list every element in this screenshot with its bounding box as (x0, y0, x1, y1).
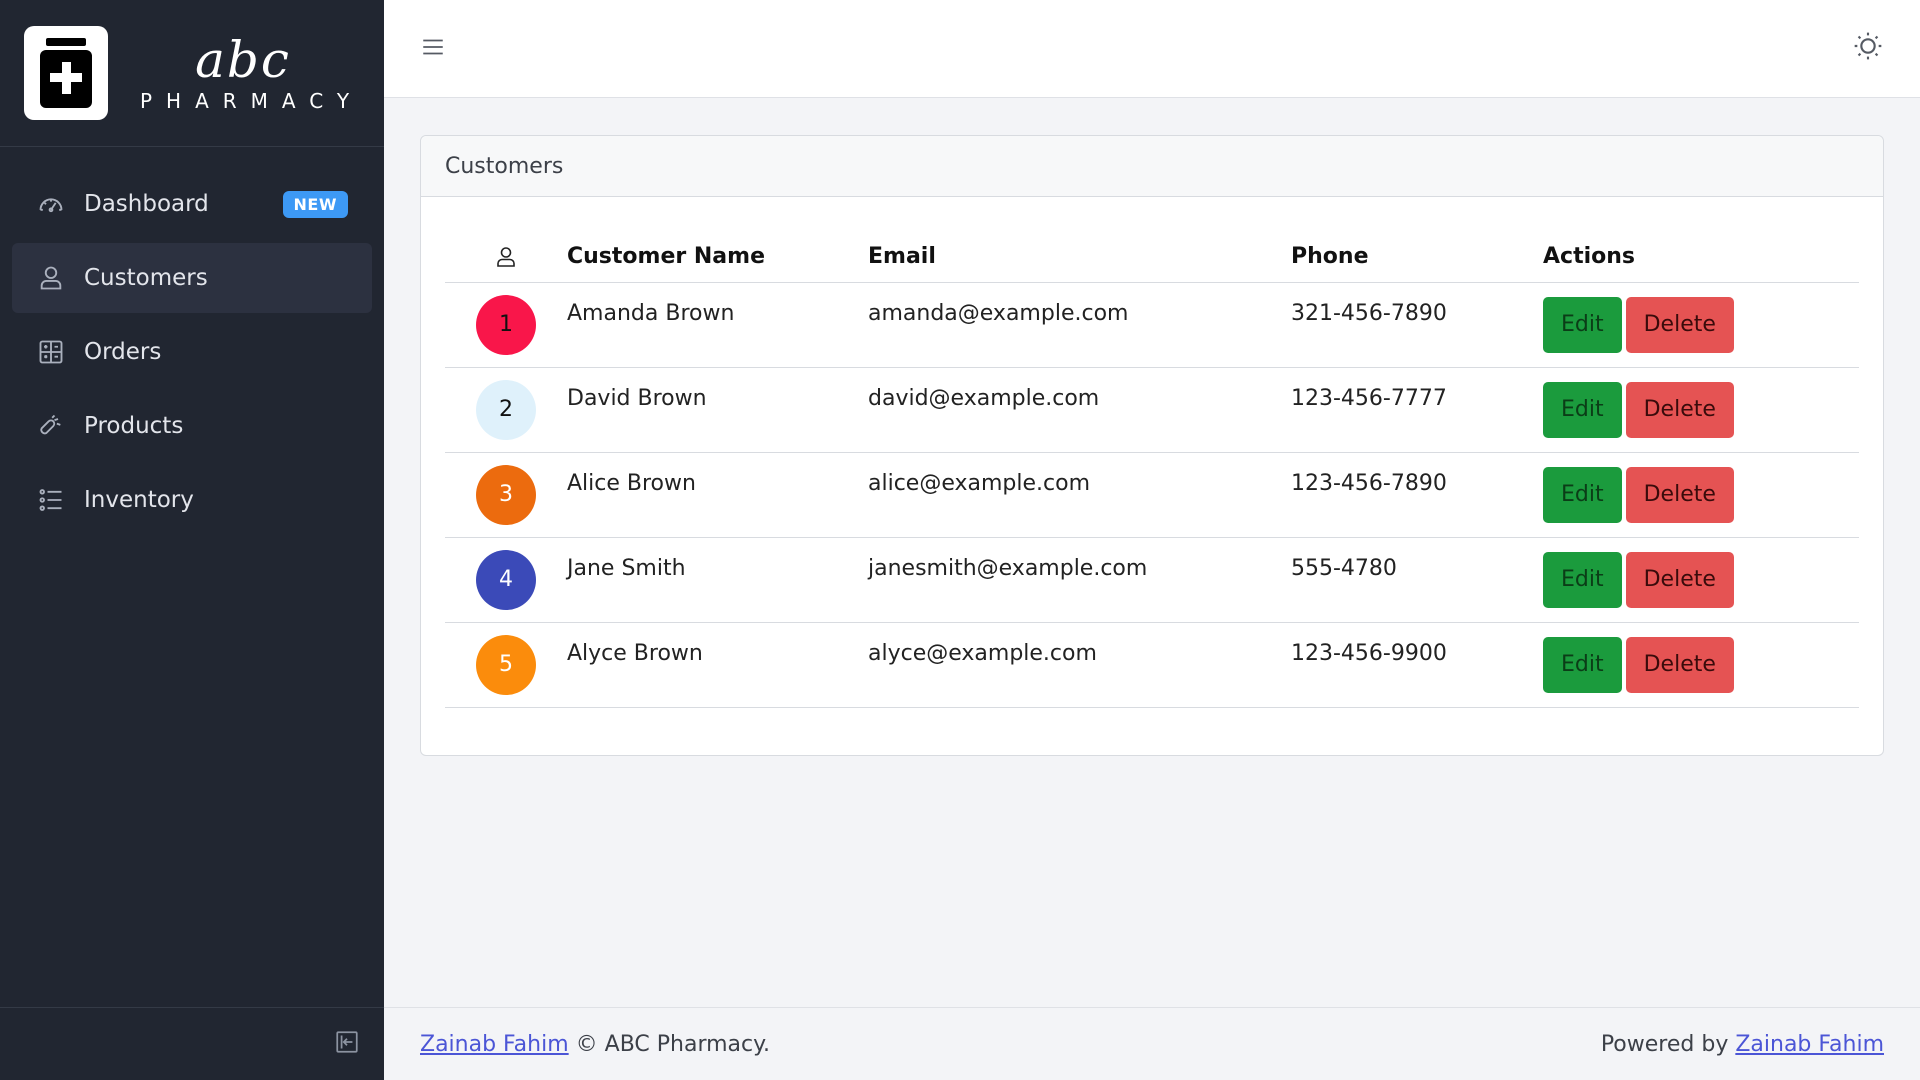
card-title: Customers (421, 136, 1883, 197)
table-header-row: Customer Name Email Phone Actions (445, 232, 1859, 283)
avatar-cell: 2 (445, 367, 567, 453)
table-row: 4 Jane Smith janesmith@example.com 555-4780… (445, 537, 1859, 623)
footer-left: Zainab Fahim © ABC Pharmacy. (420, 1032, 770, 1057)
column-header-avatar (445, 232, 567, 283)
actions-cell: Edit Delete (1543, 537, 1859, 623)
actions-cell: Edit Delete (1543, 622, 1859, 708)
sidebar-item-customers[interactable]: Customers (12, 243, 372, 313)
table-row: 3 Alice Brown alice@example.com 123-456-789… (445, 452, 1859, 538)
avatar: 1 (476, 294, 536, 355)
hamburger-icon[interactable] (420, 34, 446, 60)
customer-name: Amanda Brown (567, 282, 868, 368)
brand-script: abc (195, 31, 291, 89)
customer-phone: 123-456-7777 (1291, 367, 1543, 453)
table-row: 1 Amanda Brown amanda@example.com 321-456-7… (445, 282, 1859, 368)
sidebar-footer (0, 1007, 384, 1080)
table-row: 5 Alyce Brown alyce@example.com 123-456-990… (445, 622, 1859, 708)
customer-email: alyce@example.com (868, 622, 1291, 708)
customer-name: Jane Smith (567, 537, 868, 623)
author-link[interactable]: Zainab Fahim (420, 1032, 569, 1057)
sidebar-item-dashboard[interactable]: Dashboard NEW (12, 169, 372, 239)
table-row: 2 David Brown david@example.com 123-456-777… (445, 367, 1859, 453)
sidebar-nav: Dashboard NEW Customers Orders Products (0, 147, 384, 535)
copyright-text: © ABC Pharmacy. (575, 1031, 770, 1057)
sidebar-item-label: Products (84, 413, 184, 439)
powered-by-text: Powered by (1600, 1031, 1729, 1057)
brand-word: PHARMACY (140, 89, 364, 113)
drop-icon (36, 411, 66, 441)
avatar-cell: 5 (445, 622, 567, 708)
edit-button[interactable]: Edit (1543, 551, 1622, 608)
customers-card: Customers Customer Name Email Phone Acti… (420, 135, 1884, 756)
customer-email: alice@example.com (868, 452, 1291, 538)
customer-name: Alice Brown (567, 452, 868, 538)
sidebar-item-products[interactable]: Products (12, 391, 372, 461)
avatar: 2 (476, 379, 536, 440)
edit-button[interactable]: Edit (1543, 296, 1622, 353)
new-badge: NEW (282, 190, 348, 218)
customer-email: janesmith@example.com (868, 537, 1291, 623)
actions-cell: Edit Delete (1543, 452, 1859, 538)
customer-email: amanda@example.com (868, 282, 1291, 368)
list-icon (36, 485, 66, 515)
delete-button[interactable]: Delete (1625, 296, 1734, 353)
customer-name: Alyce Brown (567, 622, 868, 708)
sidebar: abc PHARMACY Dashboard NEW Customers Ord… (0, 0, 384, 1080)
sidebar-item-inventory[interactable]: Inventory (12, 465, 372, 535)
column-header-actions: Actions (1543, 232, 1859, 283)
sidebar-item-label: Customers (84, 265, 208, 291)
sidebar-item-label: Orders (84, 339, 162, 365)
speedometer-icon (36, 189, 66, 219)
avatar-cell: 3 (445, 452, 567, 538)
avatar-cell: 1 (445, 282, 567, 368)
user-icon (36, 263, 66, 293)
user-icon (494, 244, 518, 269)
brand-name: abc PHARMACY (128, 33, 358, 113)
top-header (384, 0, 1920, 98)
page-footer: Zainab Fahim © ABC Pharmacy. Powered by … (384, 1007, 1920, 1080)
actions-cell: Edit Delete (1543, 367, 1859, 453)
calculator-icon (36, 337, 66, 367)
avatar: 3 (476, 464, 536, 525)
customer-name: David Brown (567, 367, 868, 453)
avatar: 4 (476, 549, 536, 610)
edit-button[interactable]: Edit (1543, 636, 1622, 693)
avatar: 5 (476, 634, 536, 695)
sidebar-item-label: Inventory (84, 487, 194, 513)
column-header-email[interactable]: Email (868, 232, 1291, 283)
column-header-phone[interactable]: Phone (1291, 232, 1543, 283)
delete-button[interactable]: Delete (1625, 381, 1734, 438)
customer-phone: 123-456-9900 (1291, 622, 1543, 708)
pharmacy-jar-icon (24, 26, 108, 120)
delete-button[interactable]: Delete (1625, 551, 1734, 608)
edit-button[interactable]: Edit (1543, 381, 1622, 438)
actions-cell: Edit Delete (1543, 282, 1859, 368)
sun-icon[interactable] (1852, 30, 1884, 62)
brand[interactable]: abc PHARMACY (0, 0, 384, 147)
delete-button[interactable]: Delete (1625, 636, 1734, 693)
customer-phone: 321-456-7890 (1291, 282, 1543, 368)
customers-table: Customer Name Email Phone Actions 1 Amand… (445, 232, 1859, 708)
edit-button[interactable]: Edit (1543, 466, 1622, 523)
customer-email: david@example.com (868, 367, 1291, 453)
sidebar-item-orders[interactable]: Orders (12, 317, 372, 387)
sidebar-item-label: Dashboard (84, 191, 209, 217)
delete-button[interactable]: Delete (1625, 466, 1734, 523)
customer-phone: 123-456-7890 (1291, 452, 1543, 538)
powered-by-link[interactable]: Zainab Fahim (1735, 1032, 1884, 1057)
avatar-cell: 4 (445, 537, 567, 623)
customer-phone: 555-4780 (1291, 537, 1543, 623)
sidebar-collapse-icon[interactable] (334, 1029, 360, 1059)
column-header-name[interactable]: Customer Name (567, 232, 868, 283)
footer-right: Powered by Zainab Fahim (1601, 1032, 1884, 1057)
